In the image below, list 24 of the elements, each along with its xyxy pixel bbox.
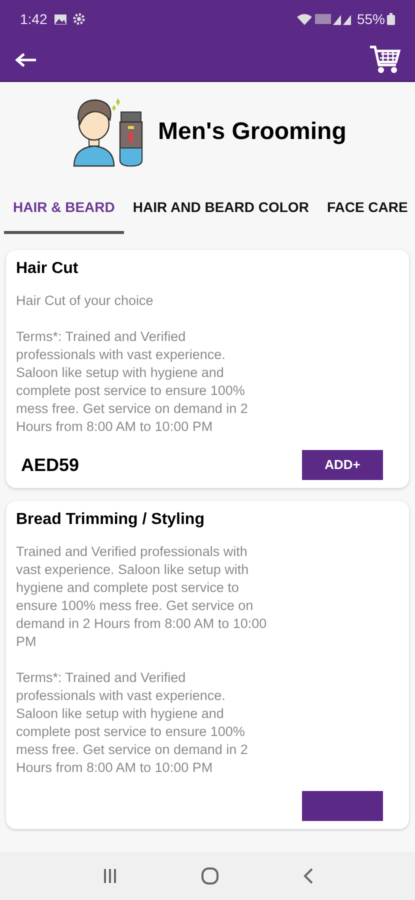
page-title: Men's Grooming xyxy=(158,117,346,147)
service-description: Hair Cut of your choice xyxy=(16,292,154,310)
wifi-icon xyxy=(296,13,312,25)
back-icon[interactable] xyxy=(302,867,314,885)
recent-apps-icon[interactable] xyxy=(102,868,118,884)
add-button[interactable]: ADD+ xyxy=(302,450,383,480)
signal-icon xyxy=(314,13,353,25)
image-icon xyxy=(54,14,68,24)
back-arrow-icon[interactable] xyxy=(14,52,38,68)
service-description: Terms*: Trained and Verified professionals with vast experience. Saloon like setup with hygiene and complete post service to ensure 100% mess free. Get service on demand in 2 Hours from 8:00 AM to 10:00 PM xyxy=(16,328,249,436)
service-description: Terms*: Trained and Verified professionals with vast experience. Saloon like setup with hygiene and complete post service to ensure 100% mess free. Get service on demand in 2 Hours from 8:00 AM to 10:00 PM xyxy=(16,669,249,777)
category-tab[interactable]: HAIR AND BEARD COLOR xyxy=(124,182,318,234)
battery-level: 55% xyxy=(356,10,385,28)
clock: 1:42 xyxy=(20,10,48,28)
gear-icon xyxy=(73,13,86,25)
cart-icon[interactable] xyxy=(369,44,401,74)
home-icon[interactable] xyxy=(200,867,218,885)
category-tab[interactable]: FACE CARE xyxy=(318,182,415,234)
service-description: Trained and Verified professionals with vast experience. Saloon like setup with hygiene and complete post service to ensure 100% mess free. Get service on demand in 2 Hours from 8:00 AM to 10:00 PM xyxy=(16,543,268,651)
service-title: Bread Trimming / Styling xyxy=(16,510,206,530)
service-title: Hair Cut xyxy=(16,259,80,279)
category-tab[interactable]: HAIR & BEARD xyxy=(4,182,124,234)
price: AED59 xyxy=(21,454,80,476)
battery-icon xyxy=(387,13,395,25)
